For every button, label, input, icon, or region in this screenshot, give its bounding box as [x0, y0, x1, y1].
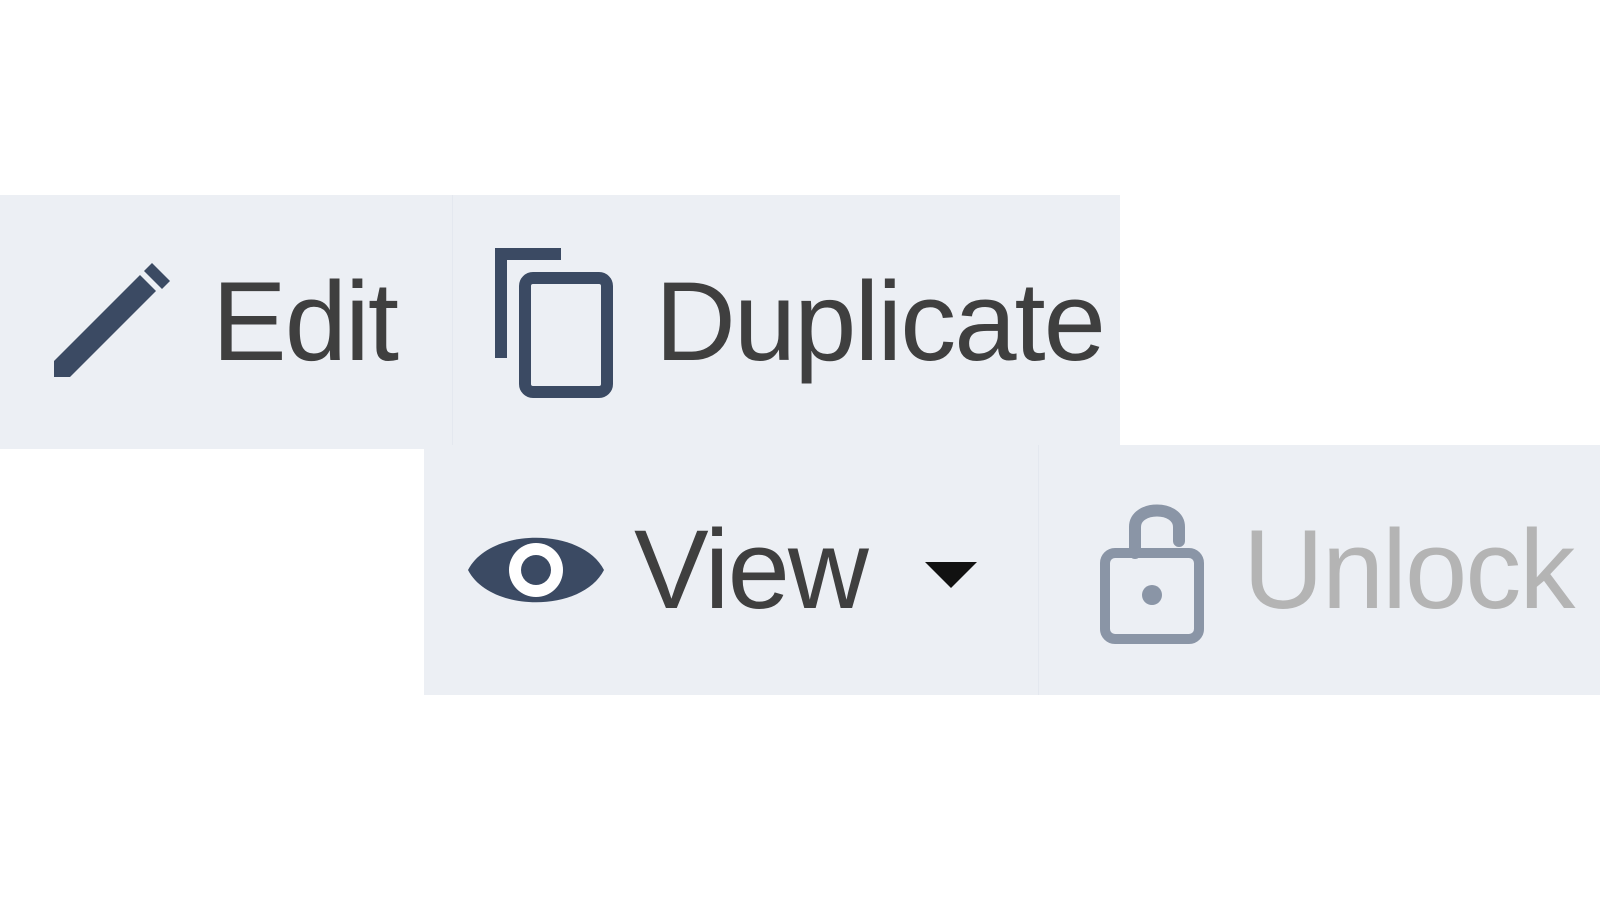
view-label: View: [634, 507, 869, 632]
edit-button[interactable]: Edit: [0, 195, 452, 449]
unlock-icon: [1097, 495, 1207, 645]
view-dropdown-button[interactable]: View: [424, 445, 1038, 695]
pencil-icon: [52, 257, 172, 387]
duplicate-button[interactable]: Duplicate: [452, 195, 1120, 449]
unlock-label: Unlock: [1243, 507, 1575, 632]
eye-icon: [466, 515, 606, 625]
unlock-button[interactable]: Unlock: [1038, 445, 1600, 695]
edit-label: Edit: [212, 259, 399, 384]
copy-icon: [495, 242, 625, 402]
toolbar-row-bottom: View Unlock: [424, 445, 1600, 695]
caret-down-icon[interactable]: [924, 562, 977, 588]
toolbar-row-top: Edit Duplicate: [0, 195, 1120, 449]
duplicate-label: Duplicate: [655, 259, 1106, 384]
